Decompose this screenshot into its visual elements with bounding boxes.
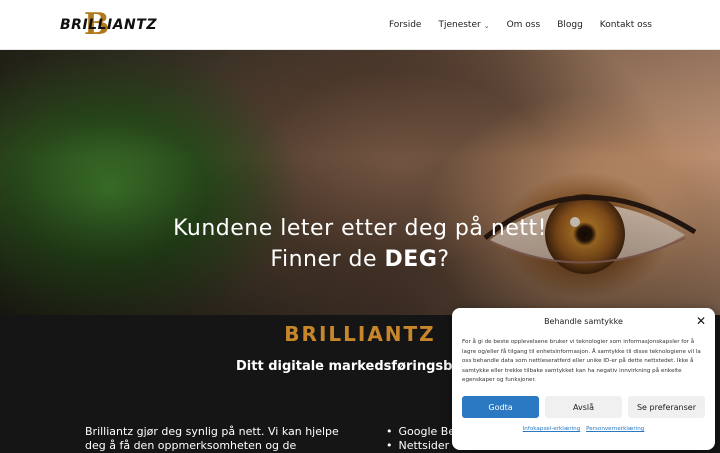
site-header: B BRILLIANTZ Forside Tjenester ⌄ Om oss B… (0, 0, 720, 50)
chevron-down-icon: ⌄ (483, 22, 490, 30)
hero-line2-suffix: ? (437, 247, 450, 272)
hero-banner: Kundene leter etter deg på nett! Finner … (0, 50, 720, 315)
hero-headline: Kundene leter etter deg på nett! (173, 216, 547, 241)
hero-subheadline: Finner de DEG? (0, 246, 720, 274)
nav-kontakt-oss[interactable]: Kontakt oss (600, 20, 652, 30)
hero-line2-prefix: Finner de (270, 247, 385, 272)
close-icon[interactable]: ✕ (696, 314, 706, 328)
nav-label: Om oss (506, 20, 541, 30)
nav-om-oss[interactable]: Om oss (507, 20, 541, 30)
preferences-button[interactable]: Se preferanser (628, 396, 705, 418)
accept-button[interactable]: Godta (462, 396, 539, 418)
consent-text: For å gi de beste opplevelsene bruker vi… (462, 339, 701, 383)
nav-label: Tjenester (438, 20, 481, 30)
consent-dialog: Behandle samtykke ✕ For å gi de beste op… (452, 308, 715, 450)
hero-line2-bold: DEG (384, 247, 438, 272)
nav-label: Blogg (557, 20, 583, 30)
cookie-policy-link[interactable]: Infokapsel-erklæring (523, 426, 581, 432)
section-tagline: Ditt digitale markedsføringsb (236, 359, 453, 374)
consent-links: Infokapsel-erklæring Personvernerklæring (452, 426, 715, 432)
service-item: Google Be (386, 425, 456, 439)
intro-text: Brilliantz gjør deg synlig på nett. Vi k… (85, 425, 339, 452)
nav-blogg[interactable]: Blogg (557, 20, 583, 30)
brand-logo[interactable]: B BRILLIANTZ (60, 8, 156, 42)
service-item: Nettsider (386, 439, 455, 453)
nav-tjenester[interactable]: Tjenester ⌄ (438, 20, 489, 30)
deny-button[interactable]: Avslå (545, 396, 622, 418)
logo-text: BRILLIANTZ (60, 17, 157, 33)
services-list: Google Be Nettsider (386, 425, 456, 453)
nav-forside[interactable]: Forside (389, 20, 422, 30)
main-nav: Forside Tjenester ⌄ Om oss Blogg Kontakt … (389, 0, 652, 50)
nav-label: Kontakt oss (599, 20, 652, 30)
consent-title: Behandle samtykke (544, 317, 623, 326)
nav-label: Forside (388, 20, 422, 30)
privacy-policy-link[interactable]: Personvernerklæring (586, 426, 644, 432)
hero-overlay (0, 50, 720, 315)
